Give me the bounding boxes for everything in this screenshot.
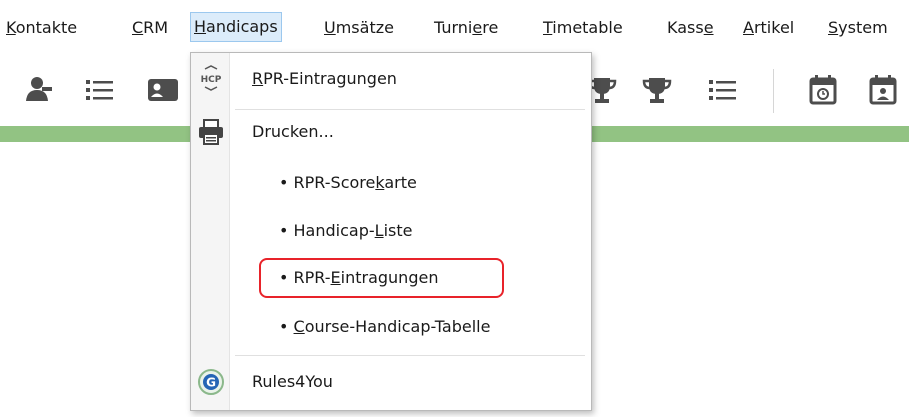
toolbar-separator — [773, 69, 774, 113]
menu-bar: Kontakte CRM Handicaps Umsätze Turniere … — [0, 0, 909, 50]
trophy-icon[interactable] — [640, 73, 674, 107]
menu-item-label: • RPR-Scorekarte — [279, 173, 417, 192]
contacts-icon[interactable] — [22, 73, 56, 107]
contact-card-icon[interactable] — [146, 73, 180, 107]
menu-handicaps[interactable]: Handicaps — [190, 12, 282, 42]
menu-item-handicap-liste[interactable]: • Handicap-Liste — [191, 214, 591, 248]
menu-item-rpr-scorekarte[interactable]: • RPR-Scorekarte — [191, 166, 591, 200]
menu-kasse[interactable]: Kasse — [667, 15, 714, 41]
menu-turniere[interactable]: Turniere — [434, 15, 498, 41]
menu-artikel[interactable]: Artikel — [743, 15, 794, 41]
list-icon[interactable] — [82, 73, 116, 107]
menu-item-rpr-eintragungen-print[interactable]: • RPR-Eintragungen — [191, 261, 591, 295]
handicaps-dropdown-menu: HCP RPR-Eintragungen Drucken... • RPR-Sc… — [190, 52, 592, 411]
menu-item-label: • RPR-Eintragungen — [279, 268, 439, 287]
printer-icon — [197, 118, 225, 146]
svg-text:HCP: HCP — [201, 75, 222, 85]
menu-item-label: • Course-Handicap-Tabelle — [279, 317, 491, 336]
menu-item-rpr-eintragungen[interactable]: HCP RPR-Eintragungen — [191, 62, 591, 96]
calendar-clock-icon[interactable] — [806, 73, 840, 107]
menu-item-label: Drucken... — [252, 122, 334, 141]
menu-separator — [235, 355, 585, 356]
menu-item-course-handicap-tabelle[interactable]: • Course-Handicap-Tabelle — [191, 310, 591, 344]
menu-system[interactable]: System — [828, 15, 888, 41]
list-icon[interactable] — [705, 73, 739, 107]
menu-separator — [235, 109, 585, 110]
menu-umsaetze[interactable]: Umsätze — [324, 15, 394, 41]
hcp-icon: HCP — [197, 65, 225, 93]
calendar-person-icon[interactable] — [866, 73, 900, 107]
menu-kontakte[interactable]: Kontakte — [6, 15, 77, 41]
menu-item-label: RPR-Eintragungen — [252, 69, 397, 88]
menu-item-label: • Handicap-Liste — [279, 221, 413, 240]
menu-item-rules4you[interactable]: G Rules4You — [191, 365, 591, 399]
menu-timetable[interactable]: Timetable — [543, 15, 623, 41]
menu-item-label: Rules4You — [252, 372, 333, 391]
menu-crm[interactable]: CRM — [132, 15, 168, 41]
menu-item-drucken[interactable]: Drucken... — [191, 115, 591, 149]
rules4you-icon: G — [197, 368, 225, 396]
svg-text:G: G — [206, 376, 216, 390]
